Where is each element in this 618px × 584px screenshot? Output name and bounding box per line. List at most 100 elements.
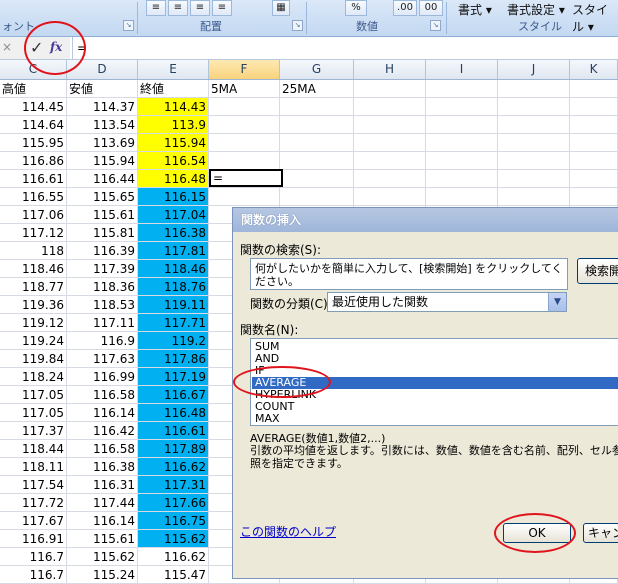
table-cell[interactable]: 117.05: [0, 404, 67, 422]
align-justify-button[interactable]: ≡: [212, 0, 232, 16]
table-cell[interactable]: 116.62: [138, 458, 209, 476]
table-cell[interactable]: 117.86: [138, 350, 209, 368]
column-header-f[interactable]: F: [209, 60, 280, 79]
table-cell[interactable]: [280, 152, 354, 170]
table-cell[interactable]: 115.94: [67, 152, 138, 170]
formula-input[interactable]: =: [72, 37, 618, 59]
table-cell[interactable]: 115.47: [138, 566, 209, 584]
table-cell[interactable]: [426, 152, 498, 170]
table-cell[interactable]: [280, 98, 354, 116]
percent-button[interactable]: %: [345, 0, 367, 16]
table-cell[interactable]: 114.64: [0, 116, 67, 134]
header-cell[interactable]: [570, 80, 618, 98]
table-cell[interactable]: 116.55: [0, 188, 67, 206]
align-center-button[interactable]: ≡: [168, 0, 188, 16]
table-cell[interactable]: 117.71: [138, 314, 209, 332]
header-cell[interactable]: 25MA: [280, 80, 354, 98]
table-cell[interactable]: 116.31: [67, 476, 138, 494]
table-cell[interactable]: [354, 170, 426, 188]
table-cell[interactable]: [280, 170, 354, 188]
table-cell[interactable]: 117.04: [138, 206, 209, 224]
function-help-link[interactable]: この関数のヘルプ: [240, 523, 336, 540]
table-cell[interactable]: [570, 152, 618, 170]
table-cell[interactable]: 118.77: [0, 278, 67, 296]
table-cell[interactable]: 115.94: [138, 134, 209, 152]
table-cell[interactable]: 117.89: [138, 440, 209, 458]
align-right-button[interactable]: ≡: [190, 0, 210, 16]
format-menu[interactable]: 書式 ▾: [458, 1, 492, 18]
table-cell[interactable]: 116.48: [138, 170, 209, 188]
header-cell[interactable]: 5MA: [209, 80, 280, 98]
table-cell[interactable]: 116.61: [138, 422, 209, 440]
header-cell[interactable]: 終値: [138, 80, 209, 98]
table-cell[interactable]: 115.95: [0, 134, 67, 152]
table-cell[interactable]: 113.69: [67, 134, 138, 152]
table-cell[interactable]: 116.9: [67, 332, 138, 350]
header-cell[interactable]: [426, 80, 498, 98]
table-cell[interactable]: 114.43: [138, 98, 209, 116]
table-cell[interactable]: 119.24: [0, 332, 67, 350]
table-cell[interactable]: 116.58: [67, 386, 138, 404]
table-cell[interactable]: 119.84: [0, 350, 67, 368]
table-cell[interactable]: 116.42: [67, 422, 138, 440]
table-cell[interactable]: 118.24: [0, 368, 67, 386]
table-cell[interactable]: 116.14: [67, 512, 138, 530]
table-cell[interactable]: [426, 98, 498, 116]
cancel-button[interactable]: キャンセル: [583, 523, 618, 543]
table-cell[interactable]: 117.63: [67, 350, 138, 368]
table-cell[interactable]: 117.05: [0, 386, 67, 404]
table-cell[interactable]: [280, 188, 354, 206]
table-cell[interactable]: [570, 170, 618, 188]
table-cell[interactable]: [354, 134, 426, 152]
table-cell[interactable]: 115.81: [67, 224, 138, 242]
increase-decimal-button[interactable]: .00: [393, 0, 417, 16]
table-cell[interactable]: 115.61: [67, 530, 138, 548]
table-cell[interactable]: [354, 116, 426, 134]
table-cell[interactable]: 119.12: [0, 314, 67, 332]
style-menu[interactable]: スタイル ▾: [572, 1, 618, 35]
table-cell[interactable]: [209, 152, 280, 170]
function-search-input[interactable]: 何がしたいかを簡単に入力して、[検索開始] をクリックしてください。: [250, 258, 568, 290]
header-cell[interactable]: 安値: [67, 80, 138, 98]
table-cell[interactable]: [426, 188, 498, 206]
table-cell[interactable]: [209, 116, 280, 134]
table-cell[interactable]: 118.46: [0, 260, 67, 278]
table-cell[interactable]: [426, 116, 498, 134]
header-cell[interactable]: [354, 80, 426, 98]
table-cell[interactable]: 119.36: [0, 296, 67, 314]
column-header-i[interactable]: I: [426, 60, 498, 79]
table-cell[interactable]: 118.44: [0, 440, 67, 458]
function-list-item[interactable]: MAX: [254, 413, 280, 425]
table-cell[interactable]: 116.54: [138, 152, 209, 170]
merge-button[interactable]: ▦: [272, 0, 290, 16]
table-cell[interactable]: 116.75: [138, 512, 209, 530]
table-cell[interactable]: [354, 188, 426, 206]
table-cell[interactable]: [570, 116, 618, 134]
category-select[interactable]: 最近使用した関数: [327, 292, 567, 312]
table-cell[interactable]: 114.37: [67, 98, 138, 116]
table-cell[interactable]: 116.39: [67, 242, 138, 260]
column-header-j[interactable]: J: [498, 60, 570, 79]
table-cell[interactable]: 116.44: [67, 170, 138, 188]
table-cell[interactable]: 117.12: [0, 224, 67, 242]
table-cell[interactable]: 118.76: [138, 278, 209, 296]
table-cell[interactable]: 118.53: [67, 296, 138, 314]
table-cell[interactable]: [498, 188, 570, 206]
table-cell[interactable]: [426, 170, 498, 188]
font-dialog-launcher[interactable]: ↘: [123, 20, 134, 31]
number-dialog-launcher[interactable]: ↘: [430, 20, 441, 31]
table-cell[interactable]: 117.67: [0, 512, 67, 530]
table-cell[interactable]: 116.38: [67, 458, 138, 476]
table-cell[interactable]: [209, 134, 280, 152]
table-cell[interactable]: 117.72: [0, 494, 67, 512]
table-cell[interactable]: 116.91: [0, 530, 67, 548]
table-cell[interactable]: 117.81: [138, 242, 209, 260]
table-cell[interactable]: 117.37: [0, 422, 67, 440]
table-cell[interactable]: 116.61: [0, 170, 67, 188]
table-cell[interactable]: 117.54: [0, 476, 67, 494]
table-cell[interactable]: 116.15: [138, 188, 209, 206]
table-cell[interactable]: 118.36: [67, 278, 138, 296]
table-cell[interactable]: [570, 134, 618, 152]
table-cell[interactable]: 115.62: [67, 548, 138, 566]
table-cell[interactable]: 116.7: [0, 566, 67, 584]
